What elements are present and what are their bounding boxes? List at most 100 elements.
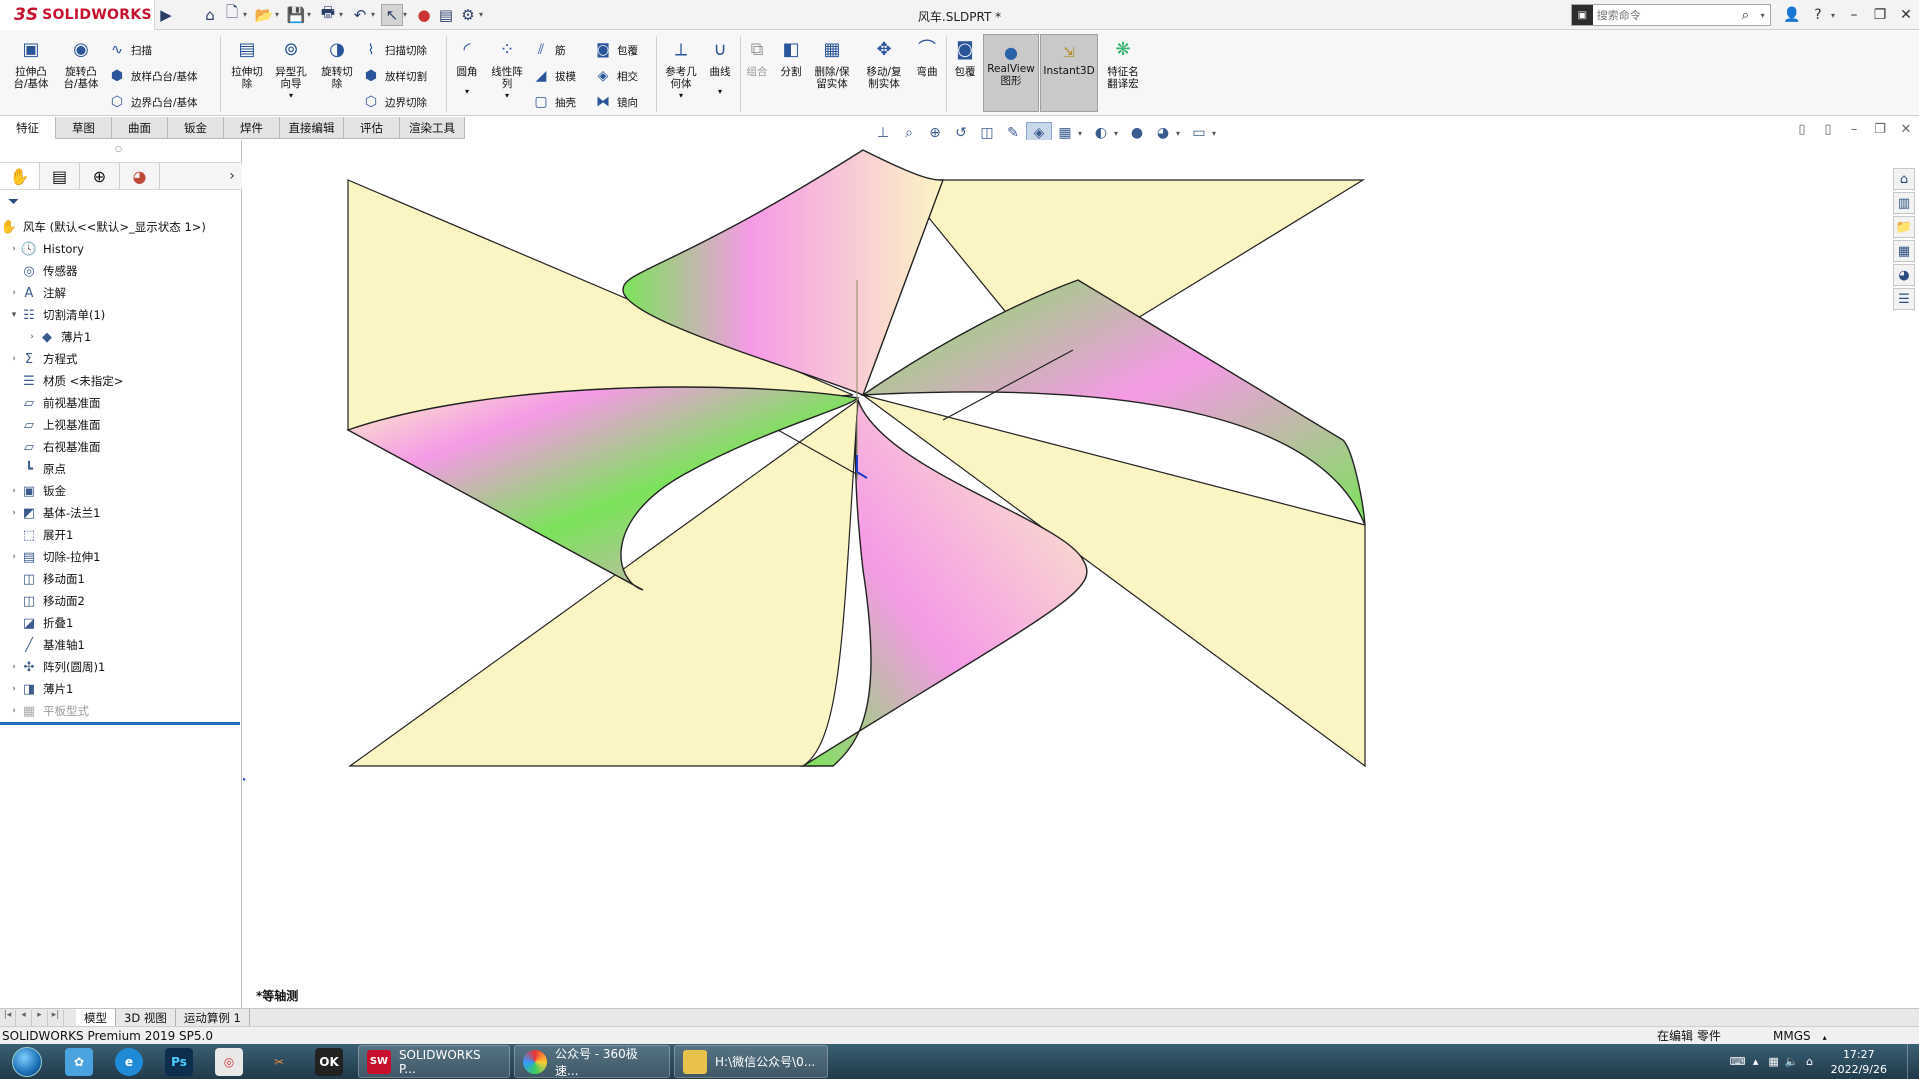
print-icon[interactable]: 🖶 <box>317 3 339 26</box>
select-pointer-icon[interactable]: ↖ <box>381 3 403 26</box>
open-dropdown-icon[interactable]: ▾ <box>275 10 285 19</box>
new-document-icon[interactable]: 🗋 <box>221 3 243 26</box>
loft-cut-button[interactable]: ⬢ 放样切割 <box>362 66 427 86</box>
search-mode-icon[interactable]: ▣ <box>1572 5 1593 25</box>
display-style-dropdown-icon[interactable]: ▾ <box>1078 129 1088 138</box>
tree-item[interactable]: ◪ 折叠1 <box>0 612 242 634</box>
help-icon[interactable]: ? <box>1805 7 1831 23</box>
tray-expand-icon[interactable]: ▴ <box>1747 1055 1765 1068</box>
panel-collapse-handle[interactable]: ○ <box>115 144 122 153</box>
expand-toggle-icon[interactable]: › <box>8 486 20 496</box>
tab-direct-editing[interactable]: 直接编辑 <box>280 117 344 139</box>
tile-left-icon[interactable]: ▯ <box>1789 122 1815 137</box>
taskbar-app-explorer[interactable]: H:\微信公众号\0... <box>674 1045 828 1078</box>
tree-item[interactable]: › ✣ 阵列(圆周)1 <box>0 656 242 678</box>
wrap-button[interactable]: ◙ 包覆 <box>594 40 638 60</box>
save-dropdown-icon[interactable]: ▾ <box>307 10 317 19</box>
tree-item[interactable]: › A 注解 <box>0 282 242 304</box>
move-copy-body-button[interactable]: ✥ 移动/复 制实体 <box>860 30 908 91</box>
select-dropdown-icon[interactable]: ▾ <box>403 10 413 19</box>
tab-3d-views[interactable]: 3D 视图 <box>116 1008 176 1027</box>
close-icon[interactable]: ✕ <box>1893 7 1919 23</box>
expand-toggle-icon[interactable]: › <box>8 354 20 364</box>
tab-weldments[interactable]: 焊件 <box>224 117 280 139</box>
expand-toggle-icon[interactable]: › <box>8 684 20 694</box>
next-tab-icon[interactable]: ▸ <box>32 1009 48 1026</box>
options-dropdown-icon[interactable]: ▾ <box>479 10 489 19</box>
appearances-icon[interactable]: ◕ <box>1893 264 1915 286</box>
tree-item[interactable]: › ◆ 薄片1 <box>0 326 242 348</box>
taskbar-pinned-app[interactable]: ✿ <box>54 1044 104 1079</box>
network-icon[interactable]: ▦ <box>1765 1055 1783 1068</box>
search-commands[interactable]: ▣ ⌕ ▾ <box>1571 4 1771 26</box>
tab-model[interactable]: 模型 <box>76 1008 116 1027</box>
doc-minimize-icon[interactable]: – <box>1841 122 1867 137</box>
combine-button[interactable]: ⧉ 组合 <box>742 30 772 79</box>
rollback-bar[interactable] <box>0 722 240 725</box>
doc-restore-icon[interactable]: ❐ <box>1867 122 1893 137</box>
undo-icon[interactable]: ↶ <box>349 4 371 26</box>
draft-button[interactable]: ◢ 拔模 <box>532 66 576 86</box>
flex-button[interactable]: ⌒ 弯曲 <box>910 30 944 79</box>
tree-item[interactable]: ◫ 移动面2 <box>0 590 242 612</box>
custom-properties-icon[interactable]: ☰ <box>1893 288 1915 310</box>
units-dropdown-icon[interactable]: ▴ <box>1823 1033 1827 1042</box>
tree-item[interactable]: › Σ 方程式 <box>0 348 242 370</box>
file-explorer-icon[interactable]: 📁 <box>1893 216 1915 238</box>
search-dropdown-icon[interactable]: ▾ <box>1761 11 1770 20</box>
hide-show-dropdown-icon[interactable]: ▾ <box>1114 129 1124 138</box>
open-folder-icon[interactable]: 📂 <box>253 4 275 26</box>
revolve-boss-button[interactable]: ◉ 旋转凸 台/基体 <box>58 30 104 91</box>
configurationmanager-tab-icon[interactable]: ⊕ <box>80 163 120 189</box>
feature-translate-macro-button[interactable]: ❋ 特征名 翻译宏 <box>1100 30 1146 91</box>
tree-item[interactable]: › ▤ 切除-拉伸1 <box>0 546 242 568</box>
solidworks-resources-icon[interactable]: ⌂ <box>1893 168 1915 190</box>
tab-features[interactable]: 特征 <box>0 117 56 139</box>
tree-item[interactable]: ▾ ☷ 切割清单(1) <box>0 304 242 326</box>
taskbar-app-solidworks[interactable]: SW SOLIDWORKS P... <box>358 1045 510 1078</box>
taskbar-pinned-app[interactable]: ✂ <box>254 1044 304 1079</box>
fillet-button[interactable]: ◜ 圆角 ▾ <box>450 30 484 98</box>
split-button[interactable]: ◧ 分割 <box>774 30 808 79</box>
intersect-button[interactable]: ◈ 相交 <box>594 66 638 86</box>
help-dropdown-icon[interactable]: ▾ <box>1831 11 1841 20</box>
hole-wizard-button[interactable]: ⊚ 异型孔 向导 ▾ <box>268 30 314 102</box>
print-dropdown-icon[interactable]: ▾ <box>339 10 349 19</box>
delete-keep-body-button[interactable]: ▦ 删除/保 留实体 <box>808 30 856 91</box>
tree-item[interactable]: › ◨ 薄片1 <box>0 678 242 700</box>
minimize-icon[interactable]: – <box>1841 7 1867 23</box>
tree-item[interactable]: ☰ 材质 <未指定> <box>0 370 242 392</box>
show-desktop-button[interactable] <box>1907 1044 1919 1079</box>
displaymanager-tab-icon[interactable]: ◕ <box>120 163 160 189</box>
view-settings-dropdown-icon[interactable]: ▾ <box>1212 129 1222 138</box>
user-icon[interactable]: 👤 <box>1779 7 1805 23</box>
revolve-cut-button[interactable]: ◑ 旋转切 除 <box>314 30 360 91</box>
first-tab-icon[interactable]: |◂ <box>0 1009 16 1026</box>
tree-filter-icon[interactable]: ⏷ <box>8 194 19 210</box>
tab-sheet-metal[interactable]: 钣金 <box>168 117 224 139</box>
expand-toggle-icon[interactable]: › <box>8 662 20 672</box>
more-tabs-chevron-icon[interactable]: › <box>222 168 242 184</box>
options-gear-icon[interactable]: ⚙ <box>457 4 479 26</box>
undo-dropdown-icon[interactable]: ▾ <box>371 10 381 19</box>
tab-motion-study[interactable]: 运动算例 1 <box>176 1008 250 1027</box>
new-dropdown-icon[interactable]: ▾ <box>243 10 253 19</box>
taskbar-pinned-app[interactable]: ◎ <box>204 1044 254 1079</box>
unit-system[interactable]: MMGS ▴ <box>1773 1029 1827 1043</box>
view-palette-icon[interactable]: ▦ <box>1893 240 1915 262</box>
tree-item[interactable]: › ▦ 平板型式 <box>0 700 242 722</box>
reference-geometry-button[interactable]: ⟂ 参考几 何体 ▾ <box>660 30 702 102</box>
reference-dropdown-icon[interactable]: ▾ <box>679 90 683 102</box>
graphics-area[interactable] <box>243 140 1889 1008</box>
realview-button[interactable]: ● RealView 图形 <box>983 34 1039 112</box>
tree-item[interactable]: ╱ 基准轴1 <box>0 634 242 656</box>
volume-icon[interactable]: 🔈 <box>1783 1055 1801 1068</box>
last-tab-icon[interactable]: ▸| <box>48 1009 64 1026</box>
expand-toggle-icon[interactable]: › <box>8 288 20 298</box>
boundary-cut-button[interactable]: ⬡ 边界切除 <box>362 92 427 112</box>
curves-dropdown-icon[interactable]: ▾ <box>718 86 722 98</box>
fillet-dropdown-icon[interactable]: ▾ <box>465 86 469 98</box>
tree-root-part[interactable]: ✋ 风车 (默认<<默认>_显示状态 1>) <box>0 216 242 238</box>
tree-item[interactable]: ⬚ 展开1 <box>0 524 242 546</box>
tree-item[interactable]: ◎ 传感器 <box>0 260 242 282</box>
